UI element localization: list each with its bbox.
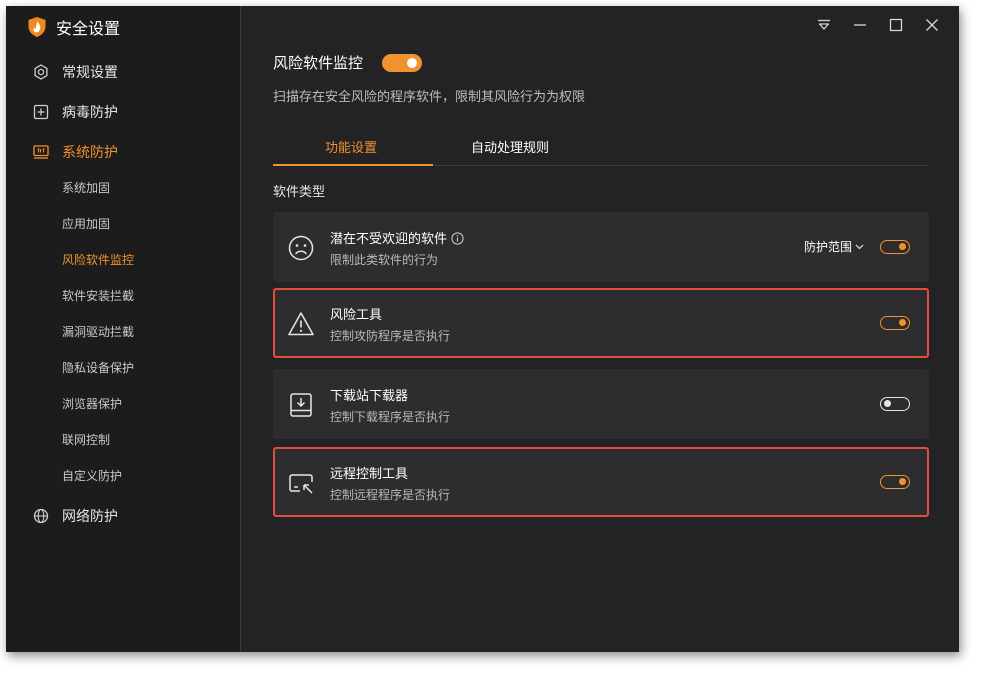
- scope-label: 防护范围: [804, 240, 853, 254]
- sub-item-system-hardening[interactable]: 系统加固: [62, 178, 110, 198]
- switch-knob: [407, 58, 417, 68]
- warning-triangle-icon: [286, 309, 316, 339]
- plus-square-icon: [33, 104, 49, 120]
- sidebar-item-network[interactable]: 网络防护: [6, 501, 240, 531]
- sub-item-network-control[interactable]: 联网控制: [62, 430, 110, 450]
- card-title: 潜在不受欢迎的软件: [330, 228, 464, 247]
- page-title: 风险软件监控: [273, 54, 364, 72]
- card-toggle[interactable]: [880, 240, 910, 254]
- sidebar: 安全设置 常规设置 病毒防护 系统防护 系统加固 应用加固 风险软件监控 软件安…: [6, 6, 241, 652]
- sidebar-item-general[interactable]: 常规设置: [6, 57, 240, 87]
- card-description: 控制下载程序是否执行: [330, 410, 451, 424]
- sidebar-item-virus[interactable]: 病毒防护: [6, 97, 240, 127]
- switch-knob: [899, 243, 906, 250]
- tab-bar: 功能设置 自动处理规则: [273, 132, 929, 166]
- chevron-down-icon: [855, 244, 864, 249]
- tab-auto-rules[interactable]: 自动处理规则: [471, 137, 549, 156]
- sidebar-item-label: 网络防护: [62, 509, 118, 525]
- minimize-icon[interactable]: [851, 16, 869, 34]
- close-icon[interactable]: [923, 16, 941, 34]
- sidebar-item-system[interactable]: 系统防护: [6, 137, 240, 167]
- tab-feature-settings[interactable]: 功能设置: [325, 137, 377, 156]
- card-description: 限制此类软件的行为: [330, 253, 439, 267]
- switch-knob: [884, 400, 891, 407]
- active-tab-indicator: [273, 164, 433, 166]
- window-controls: [815, 16, 941, 34]
- card-description: 控制攻防程序是否执行: [330, 329, 451, 343]
- shield-logo-icon: [28, 17, 46, 37]
- download-icon: [286, 390, 316, 420]
- frown-face-icon: [286, 233, 316, 263]
- sub-item-risk-software[interactable]: 风险软件监控: [62, 250, 134, 270]
- card-toggle[interactable]: [880, 397, 910, 411]
- sidebar-item-label: 常规设置: [62, 65, 118, 81]
- card-description: 控制远程程序是否执行: [330, 488, 451, 502]
- menu-icon[interactable]: [815, 16, 833, 34]
- sub-item-browser[interactable]: 浏览器保护: [62, 394, 122, 414]
- section-label: 软件类型: [273, 185, 326, 200]
- card-download-site: 下载站下载器 控制下载程序是否执行: [273, 369, 929, 439]
- card-remote-control: 远程控制工具 控制远程程序是否执行: [273, 447, 929, 517]
- system-protect-icon: [33, 144, 49, 160]
- card-toggle[interactable]: [880, 316, 910, 330]
- sidebar-item-label: 系统防护: [62, 145, 118, 161]
- sub-item-driver-block[interactable]: 漏洞驱动拦截: [62, 322, 134, 342]
- card-title: 远程控制工具: [330, 467, 409, 482]
- sub-item-install-block[interactable]: 软件安装拦截: [62, 286, 134, 306]
- maximize-icon[interactable]: [887, 16, 905, 34]
- card-unwanted-software: 潜在不受欢迎的软件 限制此类软件的行为 防护范围: [273, 212, 929, 282]
- card-title: 风险工具: [330, 308, 383, 323]
- sidebar-item-label: 病毒防护: [62, 105, 118, 121]
- page-enable-switch[interactable]: [382, 54, 422, 72]
- sub-item-app-hardening[interactable]: 应用加固: [62, 214, 110, 234]
- switch-knob: [899, 319, 906, 326]
- sub-item-privacy-device[interactable]: 隐私设备保护: [62, 358, 134, 378]
- switch-knob: [899, 478, 906, 485]
- info-icon[interactable]: [451, 232, 464, 245]
- card-risk-tools: 风险工具 控制攻防程序是否执行: [273, 288, 929, 358]
- remote-control-icon: [286, 468, 316, 498]
- gear-icon: [33, 64, 49, 80]
- scope-dropdown[interactable]: 防护范围: [804, 238, 864, 255]
- app-window: 安全设置 常规设置 病毒防护 系统防护 系统加固 应用加固 风险软件监控 软件安…: [6, 6, 959, 652]
- app-title: 安全设置: [56, 19, 121, 38]
- card-title-text: 潜在不受欢迎的软件: [330, 232, 448, 247]
- sub-item-custom[interactable]: 自定义防护: [62, 466, 122, 486]
- globe-icon: [33, 508, 49, 524]
- card-title: 下载站下载器: [330, 389, 409, 404]
- app-header: 安全设置: [27, 14, 120, 40]
- page-description: 扫描存在安全风险的程序软件，限制其风险行为为权限: [273, 90, 586, 105]
- card-toggle[interactable]: [880, 475, 910, 489]
